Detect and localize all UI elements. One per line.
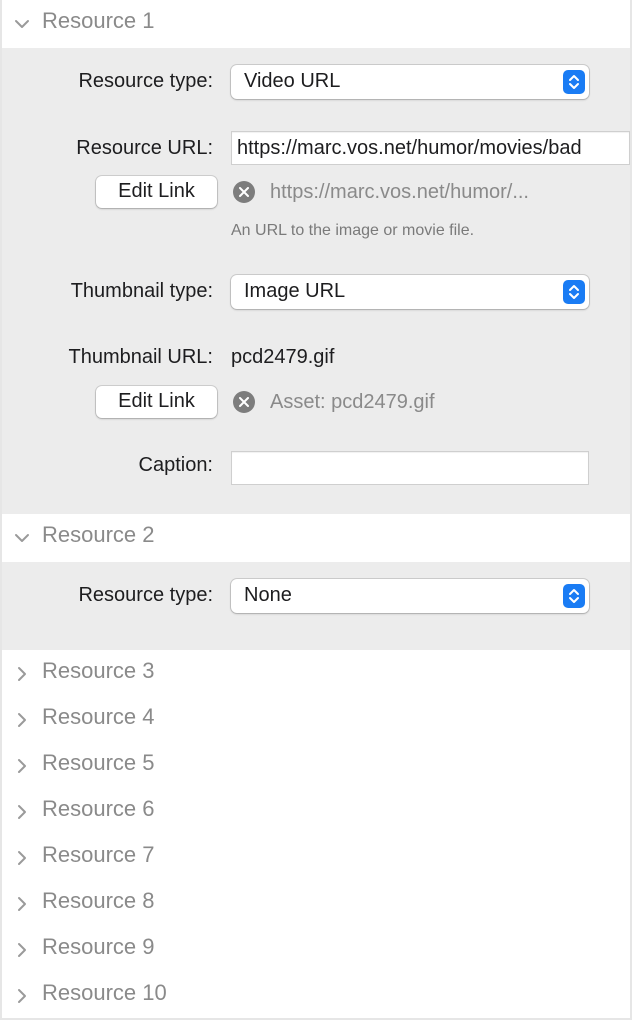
resource-8-header[interactable]: Resource 8 — [2, 880, 630, 926]
chevron-right-icon[interactable] — [14, 712, 30, 728]
clear-icon[interactable] — [233, 181, 255, 203]
resource-2-header[interactable]: Resource 2 — [2, 514, 630, 560]
resource-5-header[interactable]: Resource 5 — [2, 742, 630, 788]
resource-7-title: Resource 7 — [42, 842, 155, 867]
chevron-right-icon[interactable] — [14, 988, 30, 1004]
chevron-right-icon[interactable] — [14, 758, 30, 774]
thumbnail-url-label: Thumbnail URL: — [68, 346, 213, 368]
resource-10-header[interactable]: Resource 10 — [2, 972, 630, 1018]
resource-9-title: Resource 9 — [42, 934, 155, 959]
resource-type-value: None — [244, 584, 292, 606]
thumbnail-type-label: Thumbnail type: — [70, 280, 213, 302]
thumbnail-url-value: pcd2479.gif — [231, 346, 335, 368]
resource-1-title: Resource 1 — [42, 8, 155, 33]
resource-4-header[interactable]: Resource 4 — [2, 696, 630, 742]
resource-2-title: Resource 2 — [42, 522, 155, 547]
resource-5-title: Resource 5 — [42, 750, 155, 775]
resource-2-panel: Resource type: None — [2, 562, 630, 650]
resource-1-panel: Resource type: Video URL Resource URL: h… — [2, 48, 630, 514]
resource-10-title: Resource 10 — [42, 980, 167, 1005]
resource-7-header[interactable]: Resource 7 — [2, 834, 630, 880]
resource-url-hint: An URL to the image or movie file. — [231, 222, 475, 239]
chevron-down-icon[interactable] — [14, 16, 30, 32]
chevron-right-icon[interactable] — [14, 896, 30, 912]
resource-type-popup[interactable]: None — [231, 579, 589, 613]
resource-edit-link-button[interactable]: Edit Link — [96, 176, 217, 208]
resource-link-text: https://marc.vos.net/humor/... — [270, 181, 529, 203]
resource-url-field[interactable]: https://marc.vos.net/humor/movies/bad — [231, 131, 630, 165]
caption-label: Caption: — [138, 454, 214, 476]
resource-url-label: Resource URL: — [76, 137, 213, 159]
resource-6-title: Resource 6 — [42, 796, 155, 821]
resource-type-popup[interactable]: Video URL — [231, 65, 589, 99]
thumbnail-link-text: Asset: pcd2479.gif — [270, 391, 435, 413]
resource-3-header[interactable]: Resource 3 — [2, 650, 630, 696]
resource-url-value: https://marc.vos.net/humor/movies/bad — [237, 137, 582, 159]
resource-8-title: Resource 8 — [42, 888, 155, 913]
chevron-down-icon[interactable] — [14, 530, 30, 546]
chevron-right-icon[interactable] — [14, 850, 30, 866]
caption-field[interactable] — [231, 451, 589, 485]
thumbnail-edit-link-button[interactable]: Edit Link — [96, 386, 217, 418]
resource-3-title: Resource 3 — [42, 658, 155, 683]
resource-6-header[interactable]: Resource 6 — [2, 788, 630, 834]
resource-type-value: Video URL — [244, 70, 341, 92]
resource-9-header[interactable]: Resource 9 — [2, 926, 630, 972]
popup-stepper-icon — [563, 70, 585, 94]
chevron-right-icon[interactable] — [14, 942, 30, 958]
chevron-right-icon[interactable] — [14, 666, 30, 682]
resource-1-header[interactable]: Resource 1 — [2, 0, 630, 46]
resources-inspector: Resource 1 Resource type: Video URL Reso… — [0, 0, 632, 1020]
clear-icon[interactable] — [233, 391, 255, 413]
resource-type-label: Resource type: — [78, 70, 213, 92]
chevron-right-icon[interactable] — [14, 804, 30, 820]
popup-stepper-icon — [563, 584, 585, 608]
thumbnail-type-value: Image URL — [244, 280, 346, 302]
popup-stepper-icon — [563, 280, 585, 304]
thumbnail-type-popup[interactable]: Image URL — [231, 275, 589, 309]
resource-type-label: Resource type: — [78, 584, 213, 606]
resource-4-title: Resource 4 — [42, 704, 155, 729]
